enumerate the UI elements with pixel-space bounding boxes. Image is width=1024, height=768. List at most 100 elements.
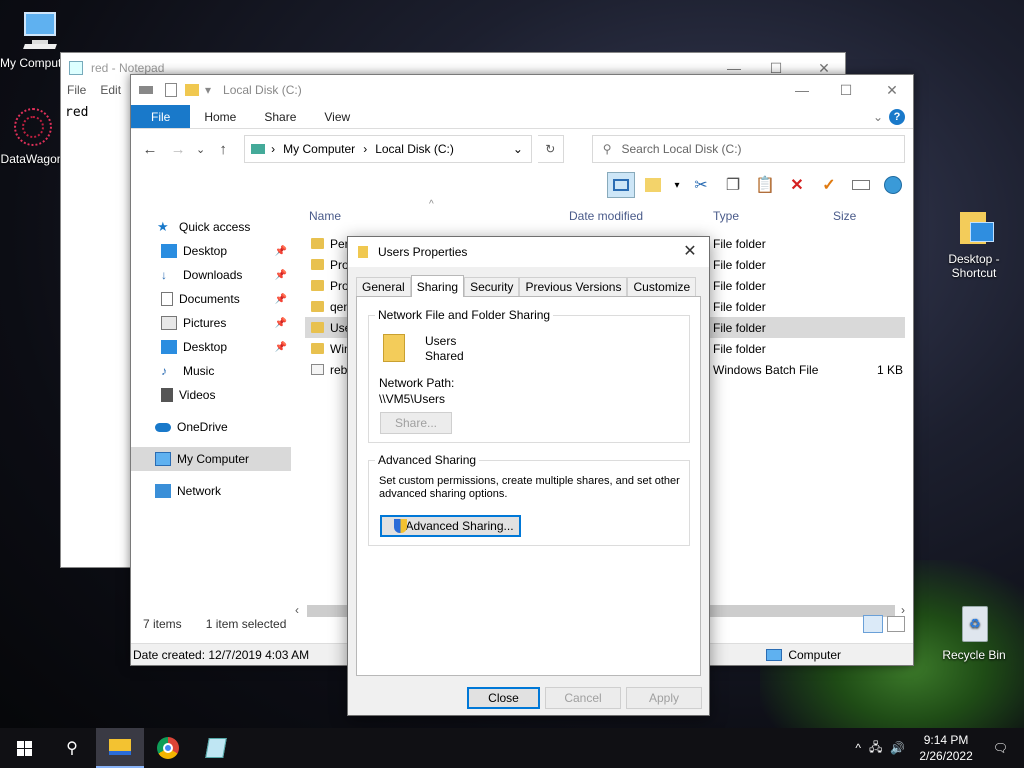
taskbar-file-explorer[interactable] <box>96 728 144 768</box>
pin-icon[interactable]: 📌 <box>275 294 287 305</box>
cancel-button[interactable]: Cancel <box>545 687 621 709</box>
music-icon: ♪ <box>161 364 167 378</box>
address-bar[interactable]: › My Computer › Local Disk (C:) ⌄ <box>244 135 532 163</box>
advanced-sharing-button[interactable]: Advanced Sharing... <box>380 515 521 537</box>
tab-share[interactable]: Share <box>250 105 310 128</box>
checkmark-icon[interactable]: ✓ <box>815 172 843 198</box>
desktop-icon-datawagon[interactable]: DataWagon <box>0 106 64 166</box>
delete-icon[interactable]: ✕ <box>783 172 811 198</box>
tab-sharing[interactable]: Sharing <box>410 275 465 297</box>
file-type: File folder <box>713 237 766 251</box>
properties-qa-icon[interactable] <box>165 83 177 97</box>
ribbon-expand-icon[interactable]: ⌄ <box>867 105 889 128</box>
tab-general[interactable]: General <box>356 277 411 297</box>
nav-label: OneDrive <box>177 420 228 434</box>
breadcrumb-my-computer[interactable]: My Computer <box>283 142 355 156</box>
apply-button[interactable]: Apply <box>626 687 702 709</box>
nav-item-videos[interactable]: Videos <box>131 383 291 407</box>
file-type: File folder <box>713 321 766 335</box>
explorer-minimize-button[interactable]: — <box>779 75 825 105</box>
details-view-icon[interactable] <box>863 615 883 633</box>
nav-label: My Computer <box>177 452 250 466</box>
pin-icon[interactable]: 📌 <box>275 318 287 329</box>
pin-icon[interactable]: 📌 <box>275 270 287 281</box>
tab-file[interactable]: File <box>131 105 191 128</box>
nav-my-computer[interactable]: My Computer <box>131 447 291 471</box>
globe-icon[interactable] <box>879 172 907 198</box>
taskbar-chrome[interactable] <box>144 728 192 768</box>
forward-arrow-icon[interactable]: → <box>167 141 189 158</box>
preview-pane-icon[interactable] <box>607 172 635 198</box>
nav-item-pictures[interactable]: Pictures 📌 <box>131 311 291 335</box>
column-header-size[interactable]: Size <box>833 209 856 223</box>
nav-label: Music <box>183 364 215 378</box>
document-icon <box>161 292 173 306</box>
sharing-tab-panel: Network File and Folder Sharing Users Sh… <box>356 296 701 676</box>
nav-quick-access[interactable]: ★ Quick access <box>131 215 291 239</box>
desktop-icon-recycle-bin[interactable]: ♻ Recycle Bin <box>934 602 1014 662</box>
refresh-button[interactable]: ↻ <box>537 135 564 163</box>
network-tray-icon[interactable]: 🖧 <box>865 738 886 759</box>
computer-icon <box>155 452 171 466</box>
folder-icon <box>311 280 324 291</box>
share-button[interactable]: Share... <box>380 412 452 434</box>
nav-item-music[interactable]: ♪ Music <box>131 359 291 383</box>
large-icons-view-icon[interactable] <box>887 616 905 632</box>
column-header-type[interactable]: Type <box>713 209 739 223</box>
nav-network[interactable]: Network <box>131 479 291 503</box>
breadcrumb-local-disk[interactable]: Local Disk (C:) <box>375 142 454 156</box>
tab-security[interactable]: Security <box>464 277 520 297</box>
nav-item-downloads[interactable]: ↓ Downloads 📌 <box>131 263 291 287</box>
nav-label: Videos <box>179 388 216 402</box>
cut-icon[interactable]: ✂ <box>687 172 715 198</box>
pin-icon[interactable]: 📌 <box>275 342 287 353</box>
tab-home[interactable]: Home <box>190 105 250 128</box>
system-tray: ^ 🖧 🔊 9:14 PM 2/26/2022 🗨 <box>851 728 1024 768</box>
help-icon[interactable]: ? <box>889 109 905 125</box>
notification-icon[interactable]: 🗨 <box>983 741 1024 755</box>
film-icon <box>161 388 173 402</box>
notepad-menu-edit[interactable]: Edit <box>100 83 121 103</box>
taskbar-notepad[interactable] <box>192 728 240 768</box>
explorer-close-button[interactable]: ✕ <box>869 75 915 105</box>
desktop-icon <box>161 340 177 354</box>
search-button[interactable]: ⚲ <box>48 728 96 768</box>
tab-customize[interactable]: Customize <box>627 277 697 297</box>
rename-icon[interactable] <box>847 172 875 198</box>
pin-icon[interactable]: 📌 <box>275 246 287 257</box>
nav-item-documents[interactable]: Documents 📌 <box>131 287 291 311</box>
back-arrow-icon[interactable]: ← <box>139 141 161 158</box>
tab-previous-versions[interactable]: Previous Versions <box>519 277 628 297</box>
clock[interactable]: 9:14 PM 2/26/2022 <box>909 732 982 764</box>
new-folder-qa-icon[interactable] <box>185 84 199 96</box>
nav-label: Downloads <box>183 268 243 282</box>
chrome-icon <box>157 737 179 759</box>
address-dropdown-icon[interactable]: ⌄ <box>513 142 523 156</box>
close-button[interactable]: Close <box>467 687 540 709</box>
recent-dropdown-icon[interactable]: ⌄ <box>195 143 206 156</box>
properties-dialog[interactable]: Users Properties ✕ General Sharing Secur… <box>347 236 710 716</box>
copy-icon[interactable]: ❐ <box>719 172 747 198</box>
dropdown-icon[interactable]: ▾ <box>671 172 683 198</box>
explorer-maximize-button[interactable]: ☐ <box>823 75 869 105</box>
start-button[interactable] <box>0 728 48 768</box>
desktop-icon-desktop-shortcut[interactable]: Desktop - Shortcut <box>934 206 1014 280</box>
up-arrow-icon[interactable]: ↑ <box>212 141 234 158</box>
dialog-title: Users Properties <box>378 245 468 259</box>
qa-dropdown-icon[interactable]: ▾ <box>205 83 211 97</box>
dialog-close-icon[interactable]: ✕ <box>679 241 701 263</box>
tray-overflow-icon[interactable]: ^ <box>851 741 865 755</box>
column-header-date[interactable]: Date modified <box>569 209 643 223</box>
nav-item-desktop[interactable]: Desktop 📌 <box>131 239 291 263</box>
nav-item-desktop-2[interactable]: Desktop 📌 <box>131 335 291 359</box>
paste-icon[interactable]: 📋 <box>751 172 779 198</box>
nav-label: Network <box>177 484 222 498</box>
column-header-name[interactable]: Name <box>309 209 341 223</box>
dialog-titlebar[interactable]: Users Properties ✕ <box>348 237 709 267</box>
new-note-icon[interactable] <box>639 172 667 198</box>
search-input[interactable]: ⚲ Search Local Disk (C:) <box>591 135 905 163</box>
nav-onedrive[interactable]: OneDrive <box>131 415 291 439</box>
volume-icon[interactable]: 🔊 <box>886 741 909 755</box>
notepad-menu-file[interactable]: File <box>67 83 86 103</box>
tab-view[interactable]: View <box>310 105 364 128</box>
